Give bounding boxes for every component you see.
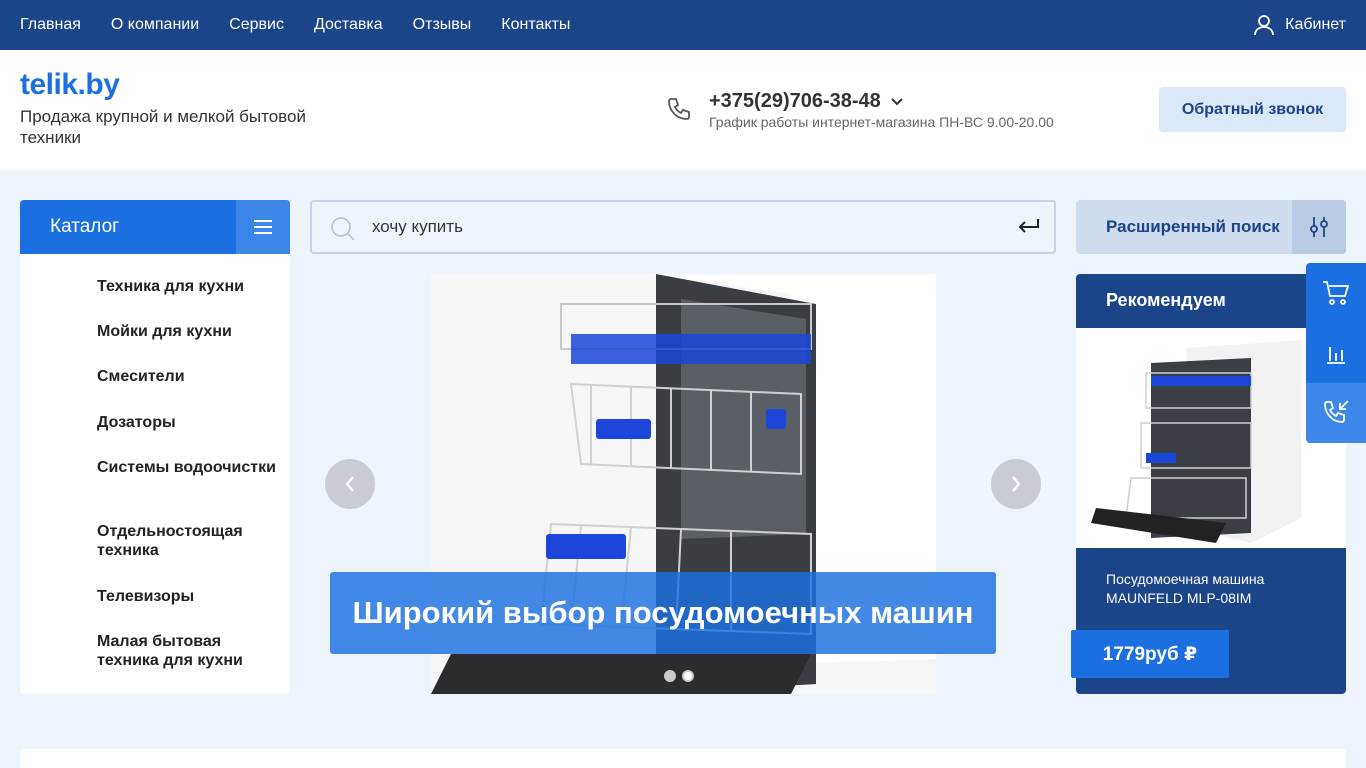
top-nav: Главная О компании Сервис Доставка Отзыв…	[20, 0, 600, 50]
slider-dots	[664, 670, 700, 682]
compare-button[interactable]	[1306, 323, 1366, 383]
cabinet-link[interactable]: Кабинет	[1253, 0, 1346, 50]
catalog-header[interactable]: Каталог	[20, 200, 290, 254]
slider-prev-button[interactable]	[325, 459, 375, 509]
recommend-price-button[interactable]: 1779руб ₽	[1071, 630, 1229, 678]
callback-button[interactable]: Обратный звонок	[1159, 87, 1346, 132]
site-tagline: Продажа крупной и мелкой бытовой техники	[20, 107, 306, 147]
slider-next-button[interactable]	[991, 459, 1041, 509]
nav-service[interactable]: Сервис	[229, 0, 284, 50]
catalog-item-sinks[interactable]: Мойки для кухни	[97, 322, 277, 341]
menu-icon	[254, 220, 272, 234]
chevron-left-icon	[345, 476, 354, 492]
chart-bars-icon	[1327, 347, 1345, 364]
top-navigation-bar: Главная О компании Сервис Доставка Отзыв…	[0, 0, 1366, 50]
slider-dot-1[interactable]	[664, 670, 676, 682]
search-input[interactable]	[372, 214, 972, 240]
cart-icon	[1323, 281, 1350, 305]
site-header: telik.by Продажа крупной и мелкой бытово…	[0, 50, 1366, 170]
catalog-menu-button[interactable]	[236, 200, 290, 254]
search-bar	[310, 200, 1056, 254]
catalog-item-small-appliances[interactable]: Малая бытовая техника для кухни	[97, 632, 277, 670]
advanced-search-label: Расширенный поиск	[1106, 217, 1280, 236]
phone-number[interactable]: +375(29)706-38-48	[709, 90, 903, 113]
catalog-list: Техника для кухни Мойки для кухни Смесит…	[20, 254, 290, 694]
content-section	[20, 749, 1346, 768]
enter-icon[interactable]	[1018, 218, 1040, 234]
nav-delivery[interactable]: Доставка	[314, 0, 383, 50]
recommend-product-name[interactable]: Посудомоечная машина MAUNFELD MLP-08IM	[1106, 570, 1326, 608]
chevron-right-icon	[1012, 476, 1021, 492]
filter-button[interactable]	[1292, 200, 1346, 254]
catalog-item-faucets[interactable]: Смесители	[97, 367, 277, 386]
catalog-item-freestanding[interactable]: Отдельностоящая техника	[97, 522, 277, 560]
cart-button[interactable]	[1306, 263, 1366, 323]
catalog-item-water-filters[interactable]: Системы водоочистки	[97, 458, 277, 477]
work-hours: График работы интернет-магазина ПН-ВС 9.…	[709, 114, 1054, 130]
chevron-down-icon[interactable]	[891, 97, 903, 106]
catalog-item-kitchen-appliances[interactable]: Техника для кухни	[97, 277, 277, 296]
slider-dot-2[interactable]	[682, 670, 694, 682]
nav-reviews[interactable]: Отзывы	[413, 0, 472, 50]
catalog-item-tvs[interactable]: Телевизоры	[97, 587, 277, 606]
phone-number-text: +375(29)706-38-48	[709, 90, 881, 112]
advanced-search-button[interactable]: Расширенный поиск	[1076, 200, 1346, 254]
user-icon	[1254, 15, 1275, 36]
nav-contacts[interactable]: Контакты	[501, 0, 570, 50]
filter-icon	[1310, 217, 1328, 237]
nav-home[interactable]: Главная	[20, 0, 81, 50]
catalog-title: Каталог	[50, 216, 120, 237]
catalog-item-dispensers[interactable]: Дозаторы	[97, 413, 277, 432]
site-logo[interactable]: telik.by	[20, 68, 120, 102]
cabinet-label: Кабинет	[1285, 16, 1346, 33]
phone-icon	[668, 98, 690, 120]
nav-about[interactable]: О компании	[111, 0, 199, 50]
recommend-title: Рекомендуем	[1106, 290, 1226, 310]
slide-caption[interactable]: Широкий выбор посудомоечных машин	[330, 572, 996, 654]
search-icon	[331, 217, 355, 241]
incoming-call-icon	[1324, 400, 1349, 423]
call-request-button[interactable]	[1306, 383, 1366, 443]
